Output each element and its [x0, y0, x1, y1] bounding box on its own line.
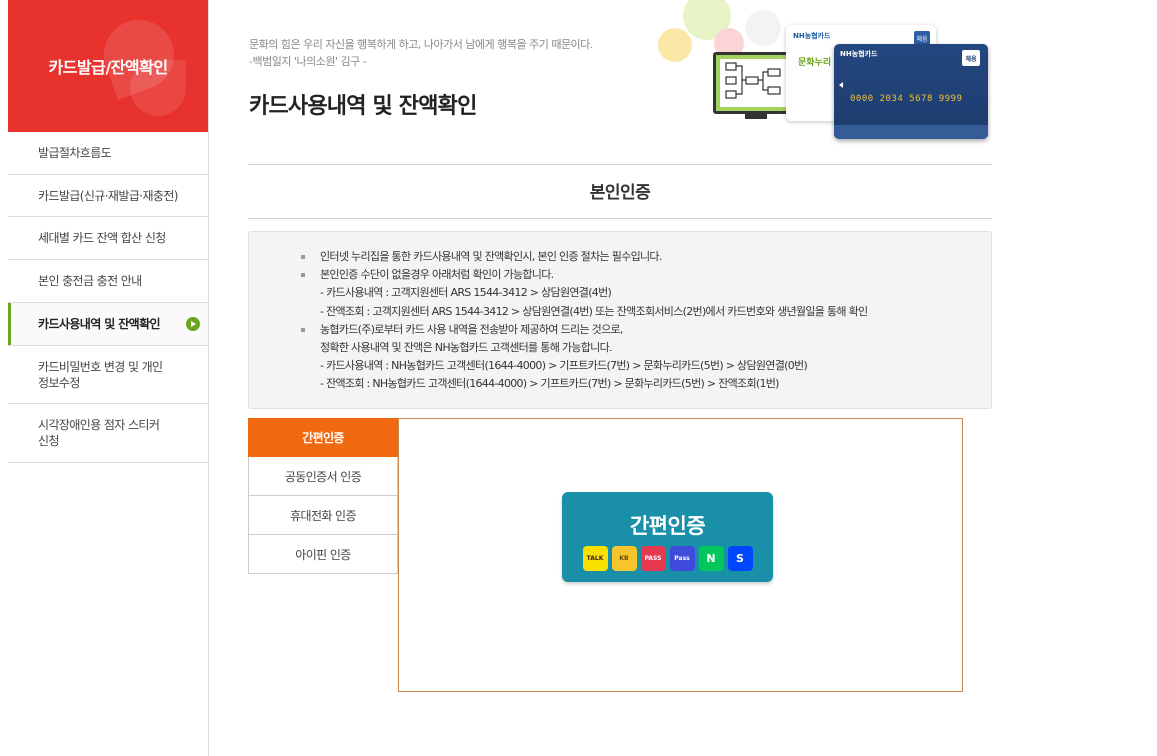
kakao-icon: TALK	[582, 546, 608, 571]
simple-auth-label: 간편인증	[629, 514, 706, 538]
sidebar-item-label: 카드비밀번호 변경 및 개인 정보수정	[38, 359, 163, 390]
flowchart-icon	[725, 62, 781, 99]
section-title: 본인인증	[589, 183, 651, 203]
shinhan-icon: S	[727, 546, 753, 571]
tab-certificate-auth[interactable]: 공동인증서 인증	[248, 457, 398, 496]
kb-icon: KB	[611, 546, 637, 571]
naver-icon: N	[698, 546, 724, 571]
tab-mobile-auth[interactable]: 휴대전화 인증	[248, 496, 398, 535]
auth-tabs: 간편인증 공동인증서 인증 휴대전화 인증 아이핀 인증	[248, 418, 398, 574]
notice-box: 인터넷 누리집을 통한 카드사용내역 및 잔액확인시, 본인 인증 절차는 필수…	[248, 231, 992, 409]
notice-line: 정확한 사용내역 및 잔액은 NH농협카드 고객센터를 통해 가능합니다.	[320, 341, 613, 355]
sidebar-item-label: 본인 충전금 충전 안내	[38, 274, 142, 288]
card-tag: 체음	[914, 31, 930, 45]
notice-line: - 카드사용내역 : NH농협카드 고객센터(1644-4000) > 기프트카…	[320, 359, 808, 373]
arrow-right-icon	[186, 317, 200, 331]
tab-ipin-auth[interactable]: 아이핀 인증	[248, 535, 398, 574]
notice-line: 인터넷 누리집을 통한 카드사용내역 및 잔액확인시, 본인 인증 절차는 필수…	[301, 248, 991, 266]
sidebar-item-label: 세대별 카드 잔액 합산 신청	[38, 231, 166, 245]
notice-line: 농협카드(주)로부터 카드 사용 내역을 전송받아 제공하여 드리는 것으로,	[301, 321, 991, 339]
sidebar-item-usage-balance[interactable]: 카드사용내역 및 잔액확인	[8, 303, 208, 346]
card-brand: NH농협카드	[840, 50, 878, 58]
auth-provider-icons: TALK KB PASS Pass N S	[582, 546, 753, 571]
quote-author: -백범일지 '나의소원' 김구 -	[249, 55, 367, 68]
monitor-stand	[745, 114, 767, 119]
sidebar-item-label: 시각장애인용 점자 스티커 신청	[38, 418, 160, 448]
notice-line: - 잔액조회 : 고객지원센터 ARS 1544-3412 > 상담원연결(4번…	[320, 304, 868, 318]
divider	[248, 218, 992, 219]
sidebar-item-self-charge[interactable]: 본인 충전금 충전 안내	[8, 260, 208, 303]
notice-line: - 카드사용내역 : 고객지원센터 ARS 1544-3412 > 상담원연결(…	[320, 286, 612, 300]
sidebar-item-card-issue[interactable]: 카드발급(신규·재발급·재충전)	[8, 175, 208, 217]
quote-line: 문화의 힘은 우리 자신을 행복하게 하고, 나아가서 남에게 행복을 주기 때…	[249, 38, 593, 51]
sidebar-header: 카드발급/잔액확인	[8, 0, 208, 132]
card-tag: 체음	[962, 50, 980, 66]
sidebar-menu: 발급절차흐름도 카드발급(신규·재발급·재충전) 세대별 카드 잔액 합산 신청…	[8, 132, 208, 463]
decor-circle	[745, 10, 781, 46]
simple-auth-button[interactable]: 간편인증 TALK KB PASS Pass N S	[562, 492, 773, 582]
pass-icon: PASS	[640, 546, 666, 571]
sidebar-item-label: 발급절차흐름도	[38, 146, 112, 160]
header-quote: 문화의 힘은 우리 자신을 행복하게 하고, 나아가서 남에게 행복을 주기 때…	[249, 36, 593, 70]
sidebar-item-household-merge[interactable]: 세대별 카드 잔액 합산 신청	[8, 217, 208, 260]
notice-line: - 잔액조회 : NH농협카드 고객센터(1644-4000) > 기프트카드(…	[320, 377, 779, 391]
decor-circle	[658, 28, 692, 62]
auth-panel: 간편인증 TALK KB PASS Pass N S	[398, 418, 963, 692]
divider	[248, 164, 992, 165]
sidebar-item-label: 카드사용내역 및 잔액확인	[38, 317, 161, 331]
card-strip	[834, 125, 988, 139]
card-brand: NH농협카드	[793, 32, 831, 40]
sidebar-item-label: 카드발급(신규·재발급·재충전)	[38, 188, 178, 203]
chevron-left-icon	[839, 82, 843, 88]
card-number: 0000 2034 5678 9999	[850, 94, 963, 104]
sidebar: 카드발급/잔액확인 발급절차흐름도 카드발급(신규·재발급·재충전) 세대별 카…	[8, 0, 209, 756]
page-title: 카드사용내역 및 잔액확인	[249, 94, 477, 119]
sidebar-item-braille-sticker[interactable]: 시각장애인용 점자 스티커 신청	[8, 404, 208, 463]
sidebar-item-issue-flow[interactable]: 발급절차흐름도	[8, 132, 208, 175]
card-image-blue: NH농협카드 체음 0000 2034 5678 9999	[834, 44, 988, 139]
tab-simple-auth[interactable]: 간편인증	[248, 418, 398, 457]
payco-icon: Pass	[669, 546, 695, 571]
card-text: 문화누리	[798, 58, 832, 68]
sidebar-item-password-change[interactable]: 카드비밀번호 변경 및 개인 정보수정	[8, 346, 208, 404]
notice-list: 인터넷 누리집을 통한 카드사용내역 및 잔액확인시, 본인 인증 절차는 필수…	[301, 248, 991, 394]
monitor-screen	[720, 59, 792, 107]
sidebar-title: 카드발급/잔액확인	[48, 58, 168, 77]
notice-line: 본인인증 수단이 없을경우 아래처럼 확인이 가능합니다.	[301, 266, 991, 284]
